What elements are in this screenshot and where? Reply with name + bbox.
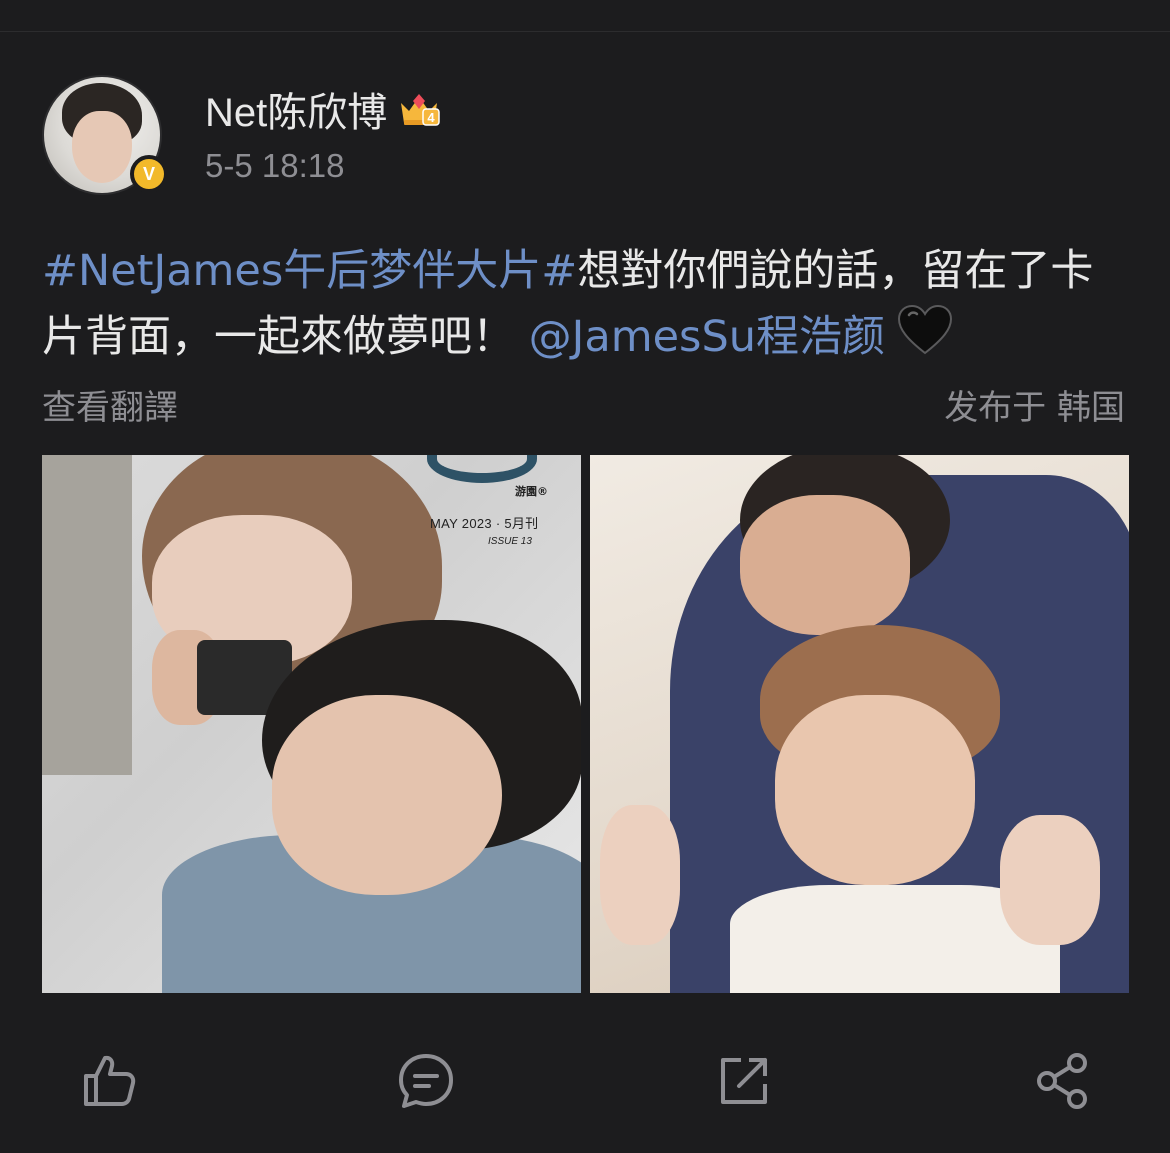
avatar-face: [72, 111, 132, 183]
translate-link[interactable]: 查看翻譯: [42, 380, 178, 429]
repost-button[interactable]: [713, 1050, 775, 1112]
magazine-date: MAY 2023 · 5月刊: [430, 516, 539, 531]
image-shape: [600, 805, 680, 945]
image-shape: [1000, 815, 1100, 945]
mention-link[interactable]: @JamesSu程浩颜: [529, 312, 885, 362]
image-shape: [42, 455, 132, 775]
magazine-masthead: [427, 455, 537, 483]
image-shape: [740, 495, 910, 635]
post-body: #NetJames午后梦伴大片#想對你們說的話，留在了卡片背面，一起來做夢吧！ …: [42, 238, 1132, 370]
verified-badge-icon: V: [130, 155, 168, 193]
crown-level-number: 4: [428, 110, 436, 125]
top-divider: [0, 31, 1170, 32]
image-shape: [272, 695, 502, 895]
crown-level-icon[interactable]: 4: [397, 89, 441, 129]
image-shape: [775, 695, 975, 885]
action-bar: [0, 1050, 1170, 1112]
magazine-logo: 游園®: [515, 485, 548, 498]
name-row: Net陈欣博 4: [205, 83, 441, 135]
post-image-1[interactable]: 游園® MAY 2023 · 5月刊 ISSUE 13: [42, 455, 581, 993]
share-button[interactable]: [1031, 1050, 1093, 1112]
thumbs-up-icon: [84, 1055, 136, 1106]
username[interactable]: Net陈欣博: [205, 80, 387, 138]
post-header: V Net陈欣博 4 5-5 18:18: [42, 75, 1132, 197]
comment-button[interactable]: [395, 1050, 457, 1112]
comment-icon: [399, 1054, 453, 1108]
repost-icon: [721, 1058, 767, 1104]
like-button[interactable]: [78, 1050, 140, 1112]
post-timestamp: 5-5 18:18: [205, 147, 345, 184]
black-heart-icon: [897, 304, 953, 357]
hashtag-link[interactable]: #NetJames午后梦伴大片#: [42, 246, 577, 296]
post-location: 发布于 韩国: [944, 388, 1125, 428]
magazine-issue: ISSUE 13: [488, 536, 532, 547]
share-icon: [1037, 1053, 1087, 1109]
post-image-2[interactable]: [590, 455, 1129, 993]
